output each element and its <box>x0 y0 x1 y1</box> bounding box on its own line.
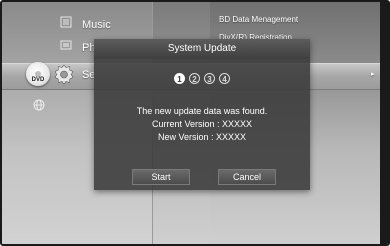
menu-item-music[interactable]: Music <box>82 19 111 31</box>
globe-icon <box>33 99 45 111</box>
music-icon <box>60 16 72 28</box>
update-step-indicator: 1 2 3 4 <box>94 73 310 84</box>
submenu-arrow-icon: ▸ <box>371 71 375 78</box>
start-button[interactable]: Start <box>132 169 190 185</box>
current-version-text: Current Version : XXXXX <box>151 119 253 129</box>
submenu-item-bd-data[interactable]: BD Data Menagement <box>219 15 298 24</box>
step-4: 4 <box>219 73 230 84</box>
step-2: 2 <box>189 73 200 84</box>
dvd-disc-icon: DVD <box>26 62 50 86</box>
step-1: 1 <box>174 73 185 84</box>
settings-gear-icon <box>54 64 74 85</box>
update-found-message: The new update data was found. <box>136 106 268 116</box>
new-version-text: New Version : XXXXX <box>157 132 247 142</box>
cancel-button[interactable]: Cancel <box>218 169 276 185</box>
step-3: 3 <box>204 73 215 84</box>
photo-icon <box>60 40 72 50</box>
dialog-title: System Update <box>94 39 310 59</box>
system-update-dialog: System Update 1 2 3 4 The new update dat… <box>94 39 310 190</box>
tv-screen: Music Ph DVD Se BD Data Menagement DivX(… <box>0 0 390 246</box>
